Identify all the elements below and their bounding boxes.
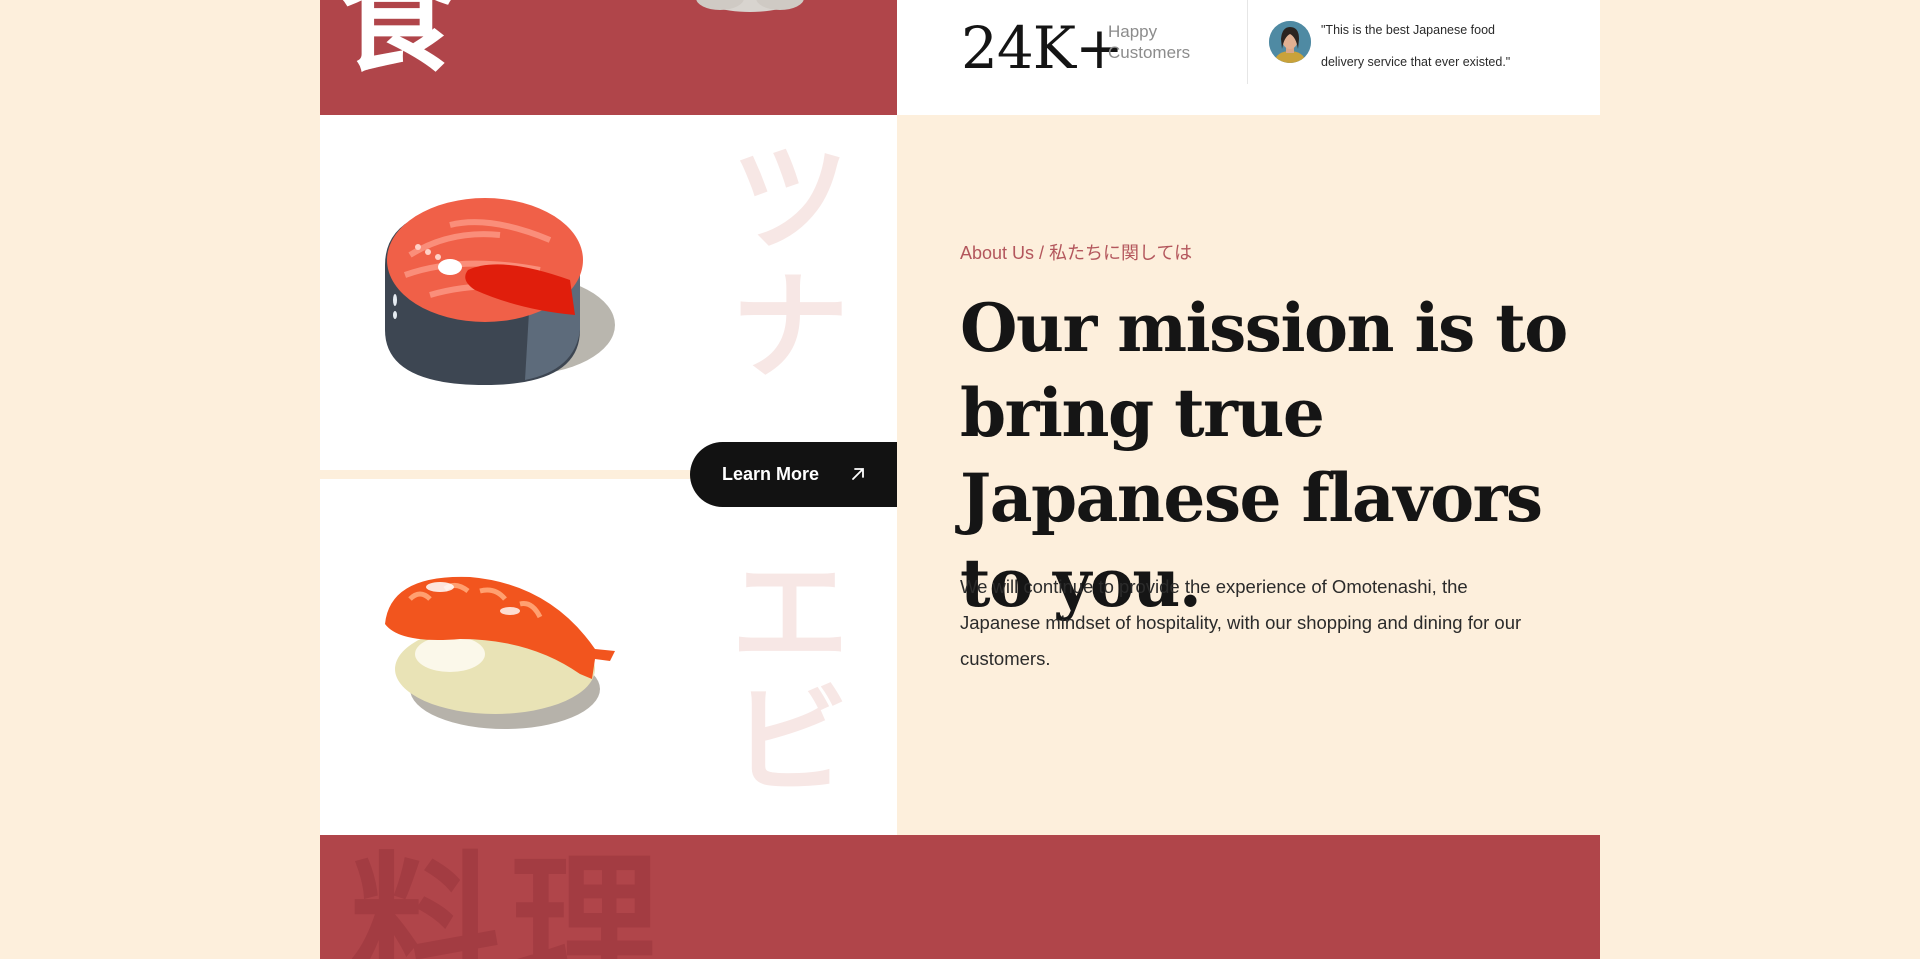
top-red-banner: 食 [320,0,897,115]
about-body: We will continue to provide the experien… [960,576,1522,669]
avatar [1269,21,1311,63]
stats-divider [1247,0,1248,84]
tuna-tile: ツナ [320,115,897,470]
learn-more-label: Learn More [722,464,820,484]
happy-customers-label: Happy Customers [1108,22,1191,62]
ebi-katakana: エビ [730,544,849,810]
tuna-katakana: ツナ [730,130,849,396]
learn-more-button[interactable]: Learn More [690,442,897,507]
shrimp-nigiri-icon [385,576,615,729]
cloud-decor-icon [696,0,804,12]
arrow-up-right-icon [852,468,864,480]
customer-avatar-icon [1269,21,1311,63]
about-eyebrow: About Us / 私たちに関しては [960,243,1193,263]
happy-customers-count: 24K+ [961,14,1124,82]
top-kanji-decor: 食 [338,0,457,88]
stats-bar: 24K+ Happy Customers "This is the best J… [897,0,1600,115]
shrimp-tile: エビ [320,479,897,835]
bottom-red-banner: 料理 [320,835,1600,959]
tuna-steak-icon [385,198,615,385]
customer-quote: "This is the best Japanese food delivery… [1321,23,1511,69]
bottom-kanji-decor: 料理 [350,839,671,959]
